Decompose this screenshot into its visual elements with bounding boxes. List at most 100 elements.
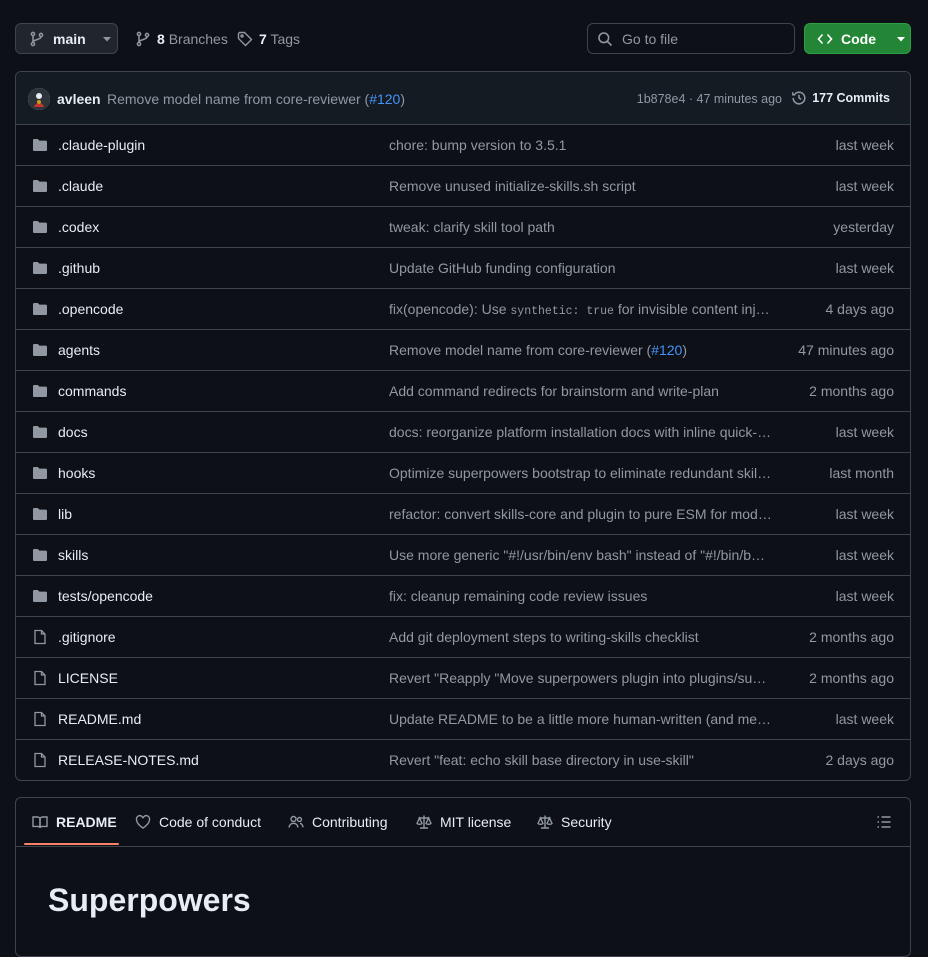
file-name-link[interactable]: RELEASE-NOTES.md <box>58 752 199 768</box>
file-name-link[interactable]: agents <box>58 342 100 358</box>
commit-time: last week <box>835 547 894 563</box>
active-tab-underline <box>24 843 119 845</box>
file-name-link[interactable]: docs <box>58 424 88 440</box>
code-icon <box>817 31 833 47</box>
tab-code-of-conduct[interactable]: Code of conduct <box>135 814 261 830</box>
table-row: skills Use more generic "#!/usr/bin/env b… <box>16 535 910 576</box>
folder-icon <box>32 547 48 563</box>
readme-panel: README Code of conduct Contributing MIT … <box>15 797 911 957</box>
commit-message-link[interactable]: chore: bump version to 3.5.1 <box>389 137 774 153</box>
commit-message-link[interactable]: Use more generic "#!/usr/bin/env bash" i… <box>389 547 774 563</box>
file-browser: avleen Remove model name from core-revie… <box>15 71 911 781</box>
table-row: docs docs: reorganize platform installati… <box>16 412 910 453</box>
commit-author[interactable]: avleen <box>57 91 101 107</box>
commit-time: 2 months ago <box>809 629 894 645</box>
file-name-link[interactable]: .gitignore <box>58 629 116 645</box>
pr-link[interactable]: #120 <box>651 342 682 358</box>
readme-heading: Superpowers <box>48 882 251 918</box>
folder-icon <box>32 178 48 194</box>
commit-message-link[interactable]: docs: reorganize platform installation d… <box>389 424 774 440</box>
file-name-link[interactable]: skills <box>58 547 88 563</box>
file-list: .claude-plugin chore: bump version to 3.5… <box>16 125 910 780</box>
tags-count: 7 <box>259 31 267 47</box>
file-name-link[interactable]: .codex <box>58 219 99 235</box>
people-icon <box>288 814 304 830</box>
go-to-file-search[interactable] <box>587 23 795 54</box>
commit-message-link[interactable]: Remove model name from core-reviewer (#1… <box>389 342 774 358</box>
commit-message-link[interactable]: Remove unused initialize-skills.sh scrip… <box>389 178 774 194</box>
file-name-link[interactable]: .github <box>58 260 100 276</box>
caret-down-icon <box>896 34 906 44</box>
branch-name: main <box>53 30 86 47</box>
file-name-link[interactable]: hooks <box>58 465 95 481</box>
pr-link[interactable]: #120 <box>369 91 400 107</box>
file-name-link[interactable]: README.md <box>58 711 141 727</box>
tab-mit-license[interactable]: MIT license <box>416 814 511 830</box>
commit-message-link[interactable]: Update GitHub funding configuration <box>389 260 774 276</box>
tab-contributing[interactable]: Contributing <box>288 814 388 830</box>
commit-message-link[interactable]: tweak: clarify skill tool path <box>389 219 774 235</box>
file-icon <box>32 629 48 645</box>
folder-icon <box>32 424 48 440</box>
outline-list-button[interactable] <box>876 814 892 830</box>
search-icon <box>597 31 613 47</box>
branch-selector[interactable]: main <box>15 23 118 54</box>
search-input[interactable] <box>622 30 782 47</box>
git-branch-icon <box>29 31 45 47</box>
file-name-link[interactable]: lib <box>58 506 72 522</box>
commit-message-link[interactable]: Add git deployment steps to writing-skil… <box>389 629 774 645</box>
commit-time: 4 days ago <box>825 301 895 317</box>
law-scale-icon <box>537 814 553 830</box>
folder-icon <box>32 301 48 317</box>
inline-code: synthetic: true <box>510 305 614 318</box>
commit-message-link[interactable]: Revert "Reapply "Move superpowers plugin… <box>389 670 774 686</box>
commit-message-link[interactable]: Revert "feat: echo skill base directory … <box>389 752 774 768</box>
commit-message-link[interactable]: fix(opencode): Use synthetic: true for i… <box>389 301 774 318</box>
commit-time: last week <box>835 506 894 522</box>
commit-message-link[interactable]: Update README to be a little more human-… <box>389 711 774 727</box>
table-row: lib refactor: convert skills-core and plu… <box>16 494 910 535</box>
table-row: commands Add command redirects for brains… <box>16 371 910 412</box>
file-name-link[interactable]: commands <box>58 383 126 399</box>
file-name-link[interactable]: .claude <box>58 178 103 194</box>
commit-time: 2 months ago <box>809 670 894 686</box>
commit-time: last week <box>835 178 894 194</box>
tags-link[interactable]: 7 Tags <box>237 31 300 47</box>
folder-icon <box>32 137 48 153</box>
commit-time: last week <box>835 588 894 604</box>
commit-message-link[interactable]: refactor: convert skills-core and plugin… <box>389 506 774 522</box>
table-row: agents Remove model name from core-review… <box>16 330 910 371</box>
commit-sha-time[interactable]: 1b878e4 · 47 minutes ago <box>637 92 782 106</box>
tag-icon <box>237 31 253 47</box>
file-name-link[interactable]: LICENSE <box>58 670 118 686</box>
tags-label: Tags <box>270 31 301 47</box>
commit-time: last week <box>835 711 894 727</box>
avatar[interactable] <box>28 88 50 110</box>
commit-time: last week <box>835 260 894 276</box>
folder-icon <box>32 506 48 522</box>
commit-message[interactable]: Remove model name from core-reviewer (#1… <box>107 91 405 107</box>
commits-link[interactable]: 177 Commits <box>791 90 890 106</box>
branches-count: 8 <box>157 31 165 47</box>
file-name-link[interactable]: .opencode <box>58 301 123 317</box>
folder-icon <box>32 588 48 604</box>
commit-message-link[interactable]: fix: cleanup remaining code review issue… <box>389 588 774 604</box>
table-row: RELEASE-NOTES.md Revert "feat: echo skill… <box>16 740 910 780</box>
commit-time: yesterday <box>833 219 894 235</box>
file-icon <box>32 752 48 768</box>
tab-readme[interactable]: README <box>32 814 117 830</box>
folder-icon <box>32 383 48 399</box>
commit-message-link[interactable]: Optimize superpowers bootstrap to elimin… <box>389 465 774 481</box>
table-row: hooks Optimize superpowers bootstrap to e… <box>16 453 910 494</box>
branches-link[interactable]: 8 Branches <box>135 31 228 47</box>
table-row: .claude-plugin chore: bump version to 3.5… <box>16 125 910 166</box>
branches-label: Branches <box>168 31 228 47</box>
code-button[interactable]: Code <box>804 23 911 54</box>
tab-security[interactable]: Security <box>537 814 612 830</box>
commit-message-link[interactable]: Add command redirects for brainstorm and… <box>389 383 774 399</box>
list-icon <box>876 814 892 830</box>
commits-label: 177 Commits <box>812 91 890 105</box>
file-name-link[interactable]: tests/opencode <box>58 588 153 604</box>
file-name-link[interactable]: .claude-plugin <box>58 137 145 153</box>
table-row: README.md Update README to be a little mo… <box>16 699 910 740</box>
